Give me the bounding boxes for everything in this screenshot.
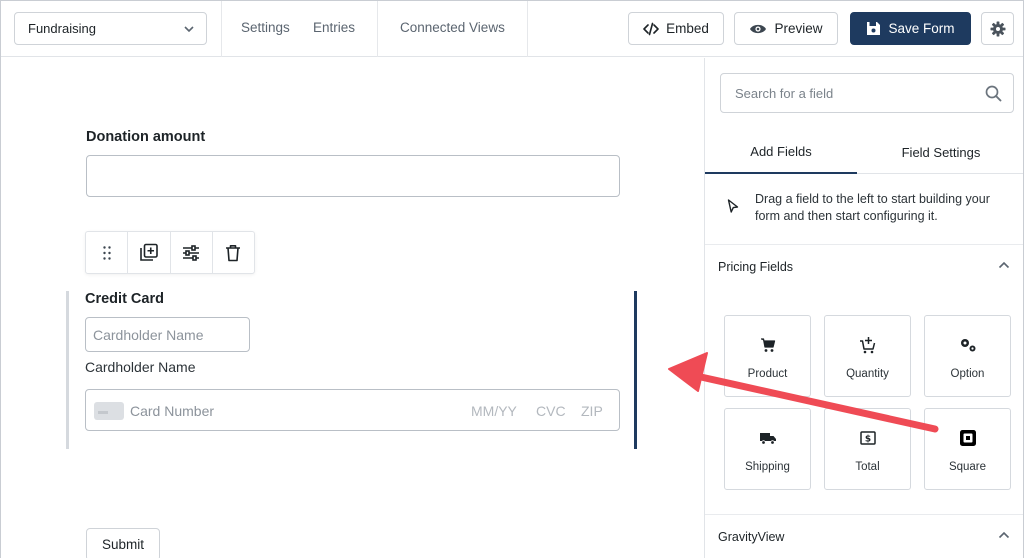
top-bar: Fundraising Settings Entries Connected V… [1,1,1023,57]
expiry-placeholder: MM/YY [471,403,517,419]
search-placeholder: Search for a field [735,85,834,101]
sidebar-tabs: Add Fields Field Settings [705,131,1023,174]
form-settings-button[interactable] [981,12,1014,45]
chevron-up-icon [998,531,1010,539]
cvc-placeholder: CVC [536,403,566,419]
cardholder-name-sublabel: Cardholder Name [85,359,196,375]
field-square[interactable]: Square [924,408,1011,490]
zip-placeholder: ZIP [581,403,603,419]
save-form-button[interactable]: Save Form [850,12,971,45]
tab-field-settings[interactable]: Field Settings [865,131,1017,174]
divider [221,1,222,57]
duplicate-icon [140,243,158,261]
eye-icon [750,24,767,33]
field-toolbar [85,231,255,274]
delete-field-button[interactable] [213,232,254,273]
field-label: Product [747,368,788,380]
floppy-disk-icon [867,22,881,35]
cart-icon [760,338,775,352]
submit-button[interactable]: Submit [86,528,160,558]
field-settings-button[interactable] [171,232,213,273]
duplicate-field-button[interactable] [128,232,171,273]
selection-bar-right [634,291,637,449]
form-selector-label: Fundraising [28,21,96,36]
field-label: Total [855,461,880,473]
field-total[interactable]: $ Total [824,408,911,490]
sliders-icon [183,244,200,261]
divider [377,1,378,57]
preview-button[interactable]: Preview [734,12,838,45]
drag-hint-text: Drag a field to the left to start buildi… [755,192,990,223]
dollar-icon: $ [859,431,876,445]
credit-card-icon [94,402,124,420]
app-window: Fundraising Settings Entries Connected V… [0,0,1024,558]
section-title: GravityView [718,529,785,544]
field-shipping[interactable]: Shipping [724,408,811,490]
credit-card-label: Credit Card [85,291,164,307]
tab-add-fields[interactable]: Add Fields [705,131,857,174]
field-label: Quantity [846,368,889,380]
selection-bar-left [66,291,69,449]
cardholder-placeholder: Cardholder Name [93,327,204,343]
preview-label: Preview [774,21,823,36]
cardholder-name-input[interactable]: Cardholder Name [85,317,250,352]
section-title: Pricing Fields [718,259,794,274]
divider [527,1,528,57]
chevron-down-icon [184,26,194,33]
donation-amount-input[interactable] [86,155,620,197]
field-sidebar: Search for a field Add Fields Field Sett… [704,58,1023,558]
gear-icon [990,21,1005,36]
form-canvas: Donation amount Credit Card Cardholder N… [1,58,704,558]
section-gravityview[interactable]: GravityView [705,514,1023,558]
field-label: Shipping [745,461,790,473]
nav-settings[interactable]: Settings [241,20,290,35]
donation-amount-label: Donation amount [86,129,206,145]
truck-icon [759,433,776,445]
section-pricing-fields[interactable]: Pricing Fields [705,244,1023,288]
cart-add-icon [859,337,875,354]
square-logo-icon [959,430,976,446]
nav-connected-views[interactable]: Connected Views [400,20,505,35]
drag-dots-icon [102,245,111,260]
code-icon [643,22,659,35]
trash-icon [226,244,241,261]
chevron-up-icon [998,261,1010,269]
gears-icon [960,339,975,352]
form-selector[interactable]: Fundraising [14,12,207,45]
svg-text:$: $ [864,435,870,445]
field-product[interactable]: Product [724,315,811,397]
embed-label: Embed [666,21,709,36]
field-search-input[interactable]: Search for a field [720,73,1014,113]
field-label: Option [950,368,985,380]
card-number-placeholder: Card Number [130,403,215,419]
cursor-pointer-icon [727,199,739,213]
embed-button[interactable]: Embed [628,12,724,45]
field-option[interactable]: Option [924,315,1011,397]
search-icon [985,85,1002,102]
drag-handle[interactable] [86,232,129,273]
save-form-label: Save Form [888,21,955,36]
nav-entries[interactable]: Entries [313,20,355,35]
field-label: Square [948,461,987,473]
field-quantity[interactable]: Quantity [824,315,911,397]
